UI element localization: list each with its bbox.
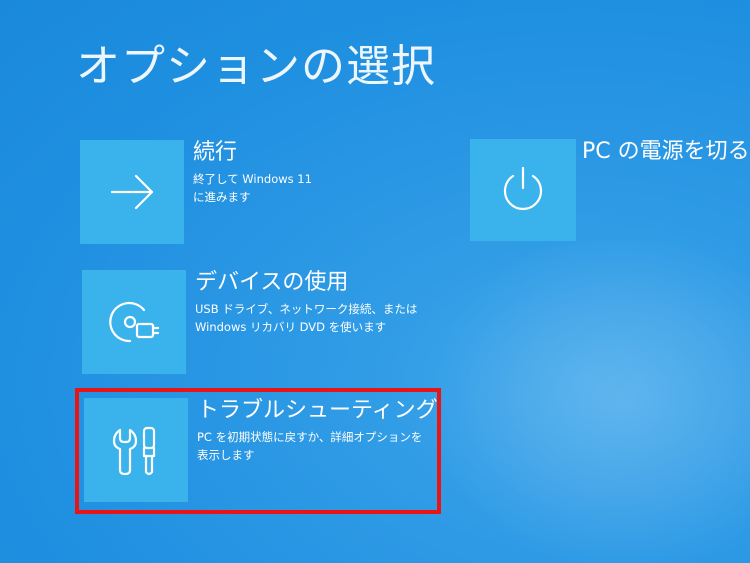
troubleshoot-description-line1: PC を初期状態に戻すか、詳細オプションを [197, 430, 423, 444]
use-device-description: USB ドライブ、ネットワーク接続、または Windows リカバリ DVD を… [195, 300, 435, 336]
troubleshoot-option[interactable]: トラブルシューティング PC を初期状態に戻すか、詳細オプションを 表示します [84, 398, 438, 502]
page-title: オプションの選択 [76, 41, 436, 92]
power-icon [503, 166, 543, 211]
continue-description-line2: に進みます [193, 190, 251, 204]
troubleshoot-description: PC を初期状態に戻すか、詳細オプションを 表示します [197, 428, 437, 464]
use-device-tile[interactable] [82, 270, 186, 374]
continue-option[interactable]: 続行 終了して Windows 11 に進みます [80, 140, 380, 244]
power-off-option[interactable]: PC の電源を切る [470, 139, 750, 243]
continue-tile[interactable] [80, 140, 184, 244]
arrow-right-icon [110, 174, 154, 210]
troubleshoot-tile[interactable] [84, 398, 188, 502]
disc-device-icon [109, 301, 160, 343]
power-off-title: PC の電源を切る [582, 139, 750, 164]
continue-description-line1: 終了して Windows 11 [193, 172, 312, 186]
power-off-tile[interactable] [470, 139, 576, 241]
use-device-description-line2: Windows リカバリ DVD を使います [195, 320, 387, 334]
screen-glare [440, 240, 750, 563]
continue-title: 続行 [193, 140, 238, 165]
tools-icon [112, 426, 156, 476]
use-device-title: デバイスの使用 [195, 270, 349, 295]
use-device-option[interactable]: デバイスの使用 USB ドライブ、ネットワーク接続、または Windows リカ… [82, 270, 417, 374]
continue-description: 終了して Windows 11 に進みます [193, 170, 433, 206]
troubleshoot-title: トラブルシューティング [197, 398, 438, 423]
use-device-description-line1: USB ドライブ、ネットワーク接続、または [195, 302, 418, 316]
troubleshoot-description-line2: 表示します [197, 448, 255, 462]
